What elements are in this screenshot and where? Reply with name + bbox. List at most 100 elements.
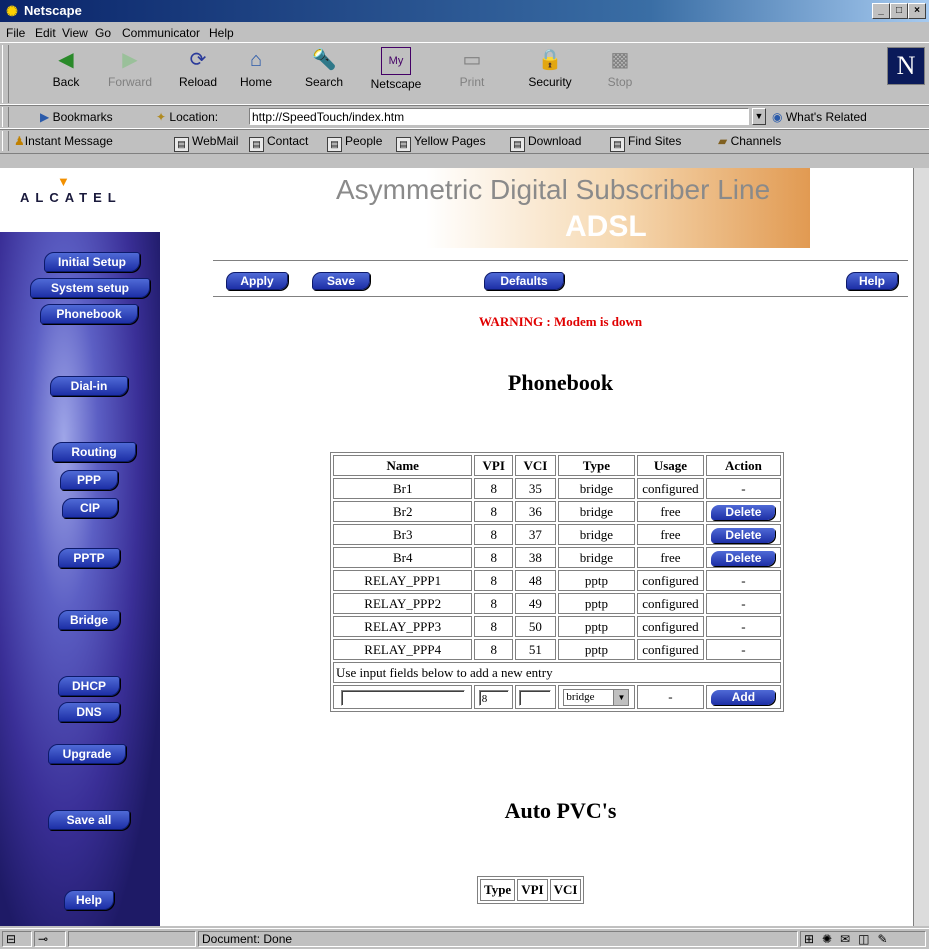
- column-header-type: Type: [557, 455, 636, 476]
- sidebar-item-help[interactable]: Help: [64, 890, 114, 910]
- location-dropdown-button[interactable]: ▼: [752, 108, 766, 125]
- minimize-button[interactable]: _: [872, 3, 890, 19]
- cell-usage: configured: [637, 616, 704, 637]
- toolbar-grip[interactable]: [2, 45, 9, 103]
- menu-view[interactable]: View: [62, 26, 88, 40]
- yellow-pages-button[interactable]: ▤ Yellow Pages: [396, 134, 486, 152]
- search-button[interactable]: 🔦 Search: [294, 45, 354, 95]
- cell-vci: 51: [515, 639, 556, 660]
- column-header-usage: Usage: [637, 455, 704, 476]
- cell-vpi: 8: [474, 547, 514, 568]
- location-label: ✦ Location:: [156, 110, 219, 124]
- sidebar-item-system-setup[interactable]: System setup: [30, 278, 150, 298]
- alcatel-logo-mark-icon: ▼: [57, 174, 70, 189]
- cell-type: pptp: [557, 593, 636, 614]
- cell-vpi: 8: [474, 639, 514, 660]
- delete-button[interactable]: Delete: [711, 550, 776, 566]
- cell-action: -: [705, 570, 781, 591]
- home-button[interactable]: ⌂ Home: [226, 45, 286, 95]
- cell-name: Br3: [333, 524, 473, 545]
- sidebar-item-cip[interactable]: CIP: [62, 498, 118, 518]
- cell-vci: 37: [515, 524, 556, 545]
- print-icon: ▭: [462, 49, 482, 71]
- cell-action: -: [705, 478, 781, 499]
- table-row: RELAY_PPP2 8 49 pptp configured -: [333, 593, 781, 614]
- whats-related-button[interactable]: ◉ What's Related: [772, 110, 867, 124]
- sidebar-item-dial-in[interactable]: Dial-in: [50, 376, 128, 396]
- stop-button[interactable]: ▩ Stop: [590, 45, 650, 95]
- location-icon: ✦: [156, 110, 167, 124]
- new-name-input[interactable]: [340, 689, 465, 706]
- component-bar-icons[interactable]: ⊞✺✉◫✎: [800, 931, 926, 947]
- vertical-scrollbar[interactable]: [913, 168, 929, 926]
- people-button[interactable]: ▤ People: [327, 134, 382, 152]
- menu-file[interactable]: File: [6, 26, 25, 40]
- defaults-button[interactable]: Defaults: [484, 272, 564, 290]
- menu-help[interactable]: Help: [209, 26, 234, 40]
- sidebar-item-ppp[interactable]: PPP: [60, 470, 118, 490]
- maximize-button[interactable]: □: [890, 3, 908, 19]
- new-vpi-cell: 8: [474, 685, 514, 709]
- cell-usage: configured: [637, 639, 704, 660]
- bookmark-page-icon: ▤: [174, 137, 189, 152]
- cell-vpi: 8: [474, 524, 514, 545]
- cell-vci: 35: [515, 478, 556, 499]
- help-button[interactable]: Help: [846, 272, 898, 290]
- instant-message-button[interactable]: ♟Instant Message: [14, 134, 113, 148]
- sidebar-item-initial-setup[interactable]: Initial Setup: [44, 252, 140, 272]
- save-button[interactable]: Save: [312, 272, 370, 290]
- forward-button[interactable]: ▶ Forward: [100, 45, 160, 95]
- sidebar-item-phonebook[interactable]: Phonebook: [40, 304, 138, 324]
- sidebar-item-routing[interactable]: Routing: [52, 442, 136, 462]
- cell-type: pptp: [557, 570, 636, 591]
- security-icon: 🔒: [537, 49, 563, 71]
- status-text: Document: Done: [198, 931, 798, 947]
- contact-button[interactable]: ▤ Contact: [249, 134, 308, 152]
- add-button[interactable]: Add: [711, 690, 776, 705]
- find-sites-button[interactable]: ▤ Find Sites: [610, 134, 681, 152]
- add-entry-hint: Use input fields below to add a new entr…: [333, 662, 781, 683]
- reload-button[interactable]: ⟳ Reload: [168, 45, 228, 95]
- sidebar-item-upgrade[interactable]: Upgrade: [48, 744, 126, 764]
- bookmarks-button[interactable]: ▶ Bookmarks: [40, 110, 113, 124]
- location-input[interactable]: http://SpeedTouch/index.htm: [249, 108, 749, 125]
- cell-vpi: 8: [474, 501, 514, 522]
- netscape-logo-icon[interactable]: N: [887, 47, 925, 85]
- sidebar-item-save-all[interactable]: Save all: [48, 810, 130, 830]
- menu-communicator[interactable]: Communicator: [122, 26, 200, 40]
- toolbar-grip[interactable]: [2, 131, 9, 151]
- download-button[interactable]: ▤ Download: [510, 134, 581, 152]
- sidebar-item-pptp[interactable]: PPTP: [58, 548, 120, 568]
- table-row: RELAY_PPP1 8 48 pptp configured -: [333, 570, 781, 591]
- netscape-button[interactable]: My Netscape: [366, 45, 426, 95]
- delete-button[interactable]: Delete: [711, 527, 776, 543]
- sidebar-item-bridge[interactable]: Bridge: [58, 610, 120, 630]
- new-type-select[interactable]: bridge ▼: [563, 688, 630, 706]
- sidebar-item-dhcp[interactable]: DHCP: [58, 676, 120, 696]
- delete-button[interactable]: Delete: [711, 504, 776, 520]
- cell-type: bridge: [557, 547, 636, 568]
- apply-button[interactable]: Apply: [226, 272, 288, 290]
- channels-button[interactable]: ▰ Channels: [718, 134, 781, 148]
- menu-go[interactable]: Go: [95, 26, 111, 40]
- cell-vci: 49: [515, 593, 556, 614]
- cell-type: pptp: [557, 639, 636, 660]
- banner-title: Asymmetric Digital Subscriber Line: [336, 174, 771, 205]
- security-button[interactable]: 🔒 Security: [520, 45, 580, 95]
- back-button[interactable]: ◀ Back: [36, 45, 96, 95]
- menu-edit[interactable]: Edit: [35, 26, 56, 40]
- close-button[interactable]: ×: [908, 3, 926, 19]
- toolbar-grip[interactable]: [2, 107, 9, 127]
- stop-icon: ▩: [610, 49, 630, 71]
- new-vpi-input[interactable]: 8: [478, 689, 509, 706]
- webmail-button[interactable]: ▤ WebMail: [174, 134, 238, 152]
- search-icon: 🔦: [311, 49, 337, 71]
- cell-type: bridge: [557, 524, 636, 545]
- cell-action: -: [705, 593, 781, 614]
- cell-usage: free: [637, 501, 704, 522]
- new-vci-input[interactable]: [519, 689, 552, 706]
- sidebar-item-dns[interactable]: DNS: [58, 702, 120, 722]
- cell-name: RELAY_PPP4: [333, 639, 473, 660]
- print-button[interactable]: ▭ Print: [442, 45, 502, 95]
- bookmark-page-icon: ▤: [510, 137, 525, 152]
